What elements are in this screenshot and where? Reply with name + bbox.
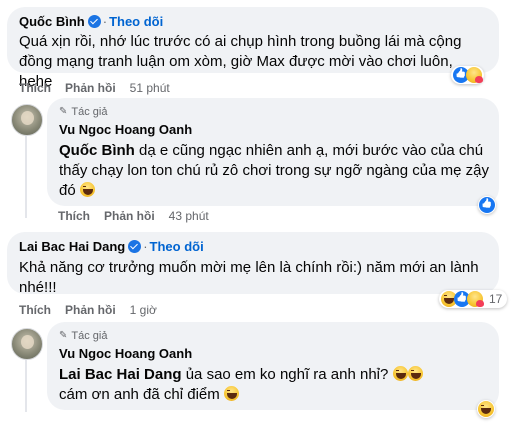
comment-actions: Thích Phản hồi 43 phút (58, 209, 209, 223)
pencil-icon: ✎ (59, 106, 68, 117)
reply-text-continued: cám ơn anh đã chỉ điểm (59, 386, 220, 403)
haha-reaction-icon (478, 401, 494, 417)
reaction-summary[interactable]: 17 (439, 290, 508, 308)
reaction-summary[interactable] (477, 400, 495, 418)
verified-badge-icon (128, 240, 142, 253)
comment-header: Quốc Bình · Theo dõi (19, 14, 487, 30)
verified-badge-icon (87, 15, 101, 28)
haha-emoji-icon (392, 366, 408, 381)
care-reaction-icon (466, 67, 483, 83)
reaction-summary[interactable] (478, 196, 496, 214)
author-name[interactable]: Quốc Bình (19, 14, 85, 29)
thread-connector (25, 352, 27, 412)
badge-label: Tác giả (71, 106, 108, 118)
comment-text: Lai Bac Hai Dang ủa sao em ko nghĩ ra an… (59, 365, 439, 405)
reply-bubble: ✎ Tác giả Vu Ngoc Hoang Oanh Quốc Bình d… (47, 98, 499, 206)
author-badge: ✎ Tác giả (59, 105, 487, 119)
reaction-count: 17 (489, 292, 503, 306)
comment-text: Quốc Bình dạ e cũng ngạc nhiên anh ạ, mớ… (59, 141, 489, 201)
reply-action[interactable]: Phản hồi (65, 81, 116, 95)
care-reaction-icon (467, 291, 484, 307)
avatar[interactable] (11, 328, 43, 360)
comment-actions: Thích Phản hồi 51 phút (19, 81, 170, 95)
separator-dot: · (143, 239, 148, 254)
comment-bubble: Lai Bac Hai Dang · Theo dõi Khả năng cơ tr… (7, 232, 499, 296)
haha-emoji-icon (79, 182, 95, 197)
like-action[interactable]: Thích (58, 209, 90, 223)
haha-emoji-icon (223, 386, 239, 401)
avatar[interactable] (11, 104, 43, 136)
reaction-summary[interactable] (451, 66, 484, 84)
follow-link[interactable]: Theo dõi (109, 14, 163, 29)
like-reaction-icon (479, 197, 495, 213)
timestamp[interactable]: 51 phút (130, 81, 170, 95)
comment-actions: Thích Phản hồi 1 giờ (19, 303, 157, 317)
badge-label: Tác giả (71, 330, 108, 342)
comment-header: Lai Bac Hai Dang · Theo dõi (19, 239, 487, 255)
reply-action[interactable]: Phản hồi (104, 209, 155, 223)
thread-connector (25, 128, 27, 218)
mention-link[interactable]: Lai Bac Hai Dang (59, 366, 182, 383)
author-name[interactable]: Vu Ngoc Hoang Oanh (59, 346, 487, 362)
comment-bubble: Quốc Bình · Theo dõi Quá xịn rồi, nhớ lúc … (7, 7, 499, 90)
separator-dot: · (102, 14, 108, 29)
timestamp[interactable]: 1 giờ (130, 303, 157, 317)
mention-link[interactable]: Quốc Bình (59, 142, 135, 159)
timestamp[interactable]: 43 phút (169, 209, 209, 223)
comment-text: Khả năng cơ trưởng muốn mời mẹ lên là ch… (19, 259, 479, 296)
reply-text: ủa sao em ko nghĩ ra anh nhỉ? (185, 366, 389, 383)
reply-action[interactable]: Phản hồi (65, 303, 116, 317)
author-name[interactable]: Vu Ngoc Hoang Oanh (59, 122, 487, 138)
follow-link[interactable]: Theo dõi (150, 239, 204, 254)
author-name[interactable]: Lai Bac Hai Dang (19, 239, 125, 254)
haha-emoji-icon (407, 366, 423, 381)
pencil-icon: ✎ (59, 330, 68, 341)
author-badge: ✎ Tác giả (59, 329, 487, 343)
like-action[interactable]: Thích (19, 81, 51, 95)
like-action[interactable]: Thích (19, 303, 51, 317)
reply-bubble: ✎ Tác giả Vu Ngoc Hoang Oanh Lai Bac Hai… (47, 322, 499, 410)
